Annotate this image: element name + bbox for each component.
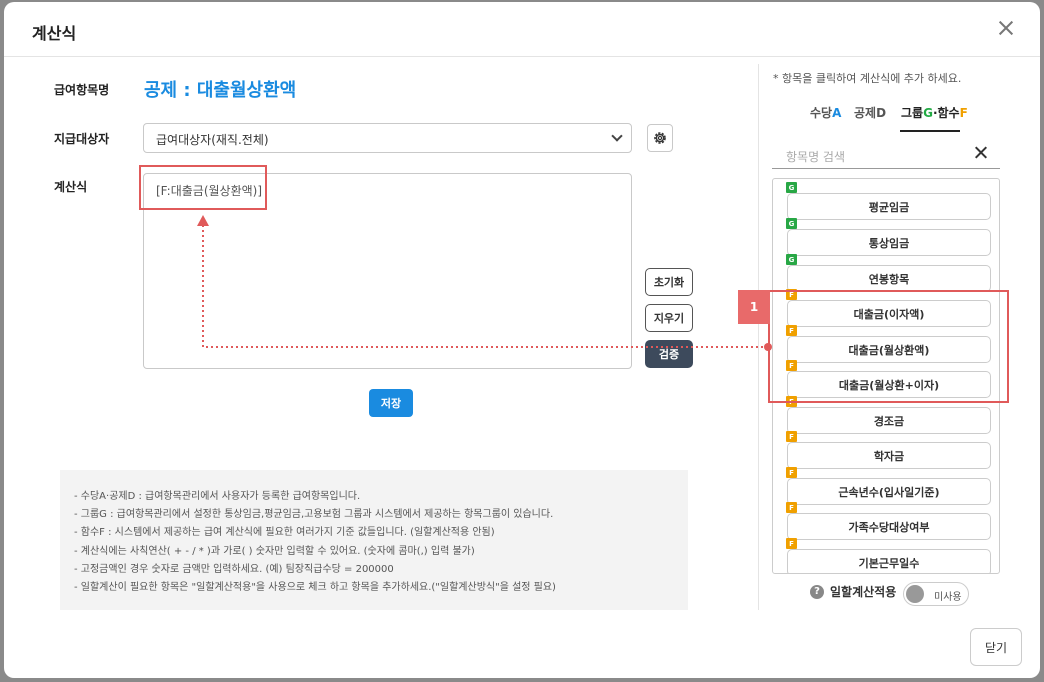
help-icon[interactable]: ? — [810, 584, 824, 599]
toggle-state: 미사용 — [934, 592, 962, 603]
toggle-knob — [906, 585, 924, 603]
connector-arrow — [197, 215, 772, 351]
prorate-label: 일할계산적용 — [830, 585, 897, 599]
close-button[interactable]: 닫기 — [970, 628, 1022, 666]
prorate-row: ? 일할계산적용 — [810, 583, 896, 600]
prorate-toggle[interactable]: 미사용 — [903, 582, 969, 606]
formula-modal: 계산식 급여항목명 공제 : 대출월상환액 지급대상자 급여대상자(재직.전체)… — [4, 2, 1040, 678]
